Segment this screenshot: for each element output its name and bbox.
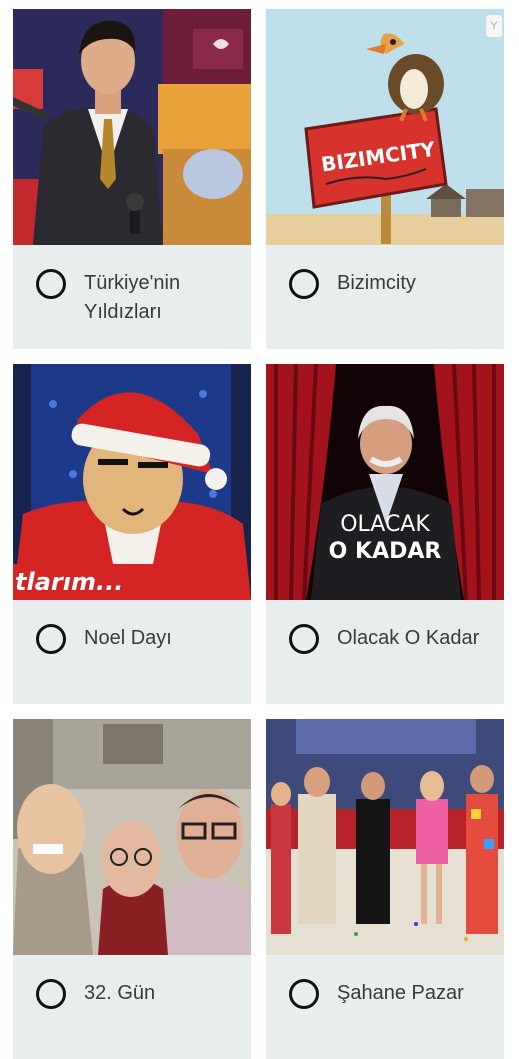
option-card-noel-dayi[interactable]: tlarım... Noel Dayı [13, 364, 251, 704]
option-row[interactable]: Olacak O Kadar [266, 600, 504, 704]
option-card-turkiyenin-yildizlari[interactable]: Türkiye'nin Yıldızları [13, 9, 251, 349]
presenter-curtain-image: OLACAK O KADAR [266, 364, 504, 600]
option-image[interactable] [266, 719, 504, 955]
y-badge-icon: Y [486, 15, 502, 37]
banner-text: tlarım... [15, 568, 123, 596]
option-image[interactable]: tlarım... [13, 364, 251, 600]
option-image[interactable] [13, 719, 251, 955]
radio-button[interactable] [36, 624, 66, 654]
logo-line-2: O KADAR [329, 539, 442, 564]
option-image[interactable]: BIZIMCITY Y [266, 9, 504, 245]
radio-button[interactable] [36, 979, 66, 1009]
option-label: Noel Dayı [84, 627, 172, 649]
option-image[interactable]: OLACAK O KADAR [266, 364, 504, 600]
option-row[interactable]: 32. Gün [13, 955, 251, 1059]
option-image[interactable] [13, 9, 251, 245]
option-label: 32. Gün [84, 982, 156, 1004]
option-row[interactable]: Türkiye'nin Yıldızları [13, 245, 251, 349]
option-row[interactable]: Şahane Pazar [266, 955, 504, 1059]
puppet-caricatures-image [13, 719, 251, 955]
radio-button[interactable] [289, 624, 319, 654]
radio-button[interactable] [36, 269, 66, 299]
option-label: Bizimcity [337, 272, 416, 294]
option-label: Olacak O Kadar [337, 627, 480, 649]
logo-line-1: OLACAK [340, 512, 430, 537]
radio-button[interactable] [289, 979, 319, 1009]
option-card-sahane-pazar[interactable]: Şahane Pazar [266, 719, 504, 1059]
option-row[interactable]: Noel Dayı [13, 600, 251, 704]
radio-button[interactable] [289, 269, 319, 299]
option-card-olacak-o-kadar[interactable]: OLACAK O KADAR Olacak O Kadar [266, 364, 504, 704]
option-card-bizimcity[interactable]: BIZIMCITY Y Bizimcity [266, 9, 504, 349]
tv-stage-image [266, 719, 504, 955]
option-row[interactable]: Bizimcity [266, 245, 504, 349]
option-label: Türkiye'nin Yıldızları [84, 272, 181, 323]
cartoon-vulture-image: BIZIMCITY [266, 9, 504, 245]
cartoon-santa-image: tlarım... [13, 364, 251, 600]
studio-host-image [13, 9, 251, 245]
option-card-32-gun[interactable]: 32. Gün [13, 719, 251, 1059]
option-label: Şahane Pazar [337, 982, 464, 1004]
